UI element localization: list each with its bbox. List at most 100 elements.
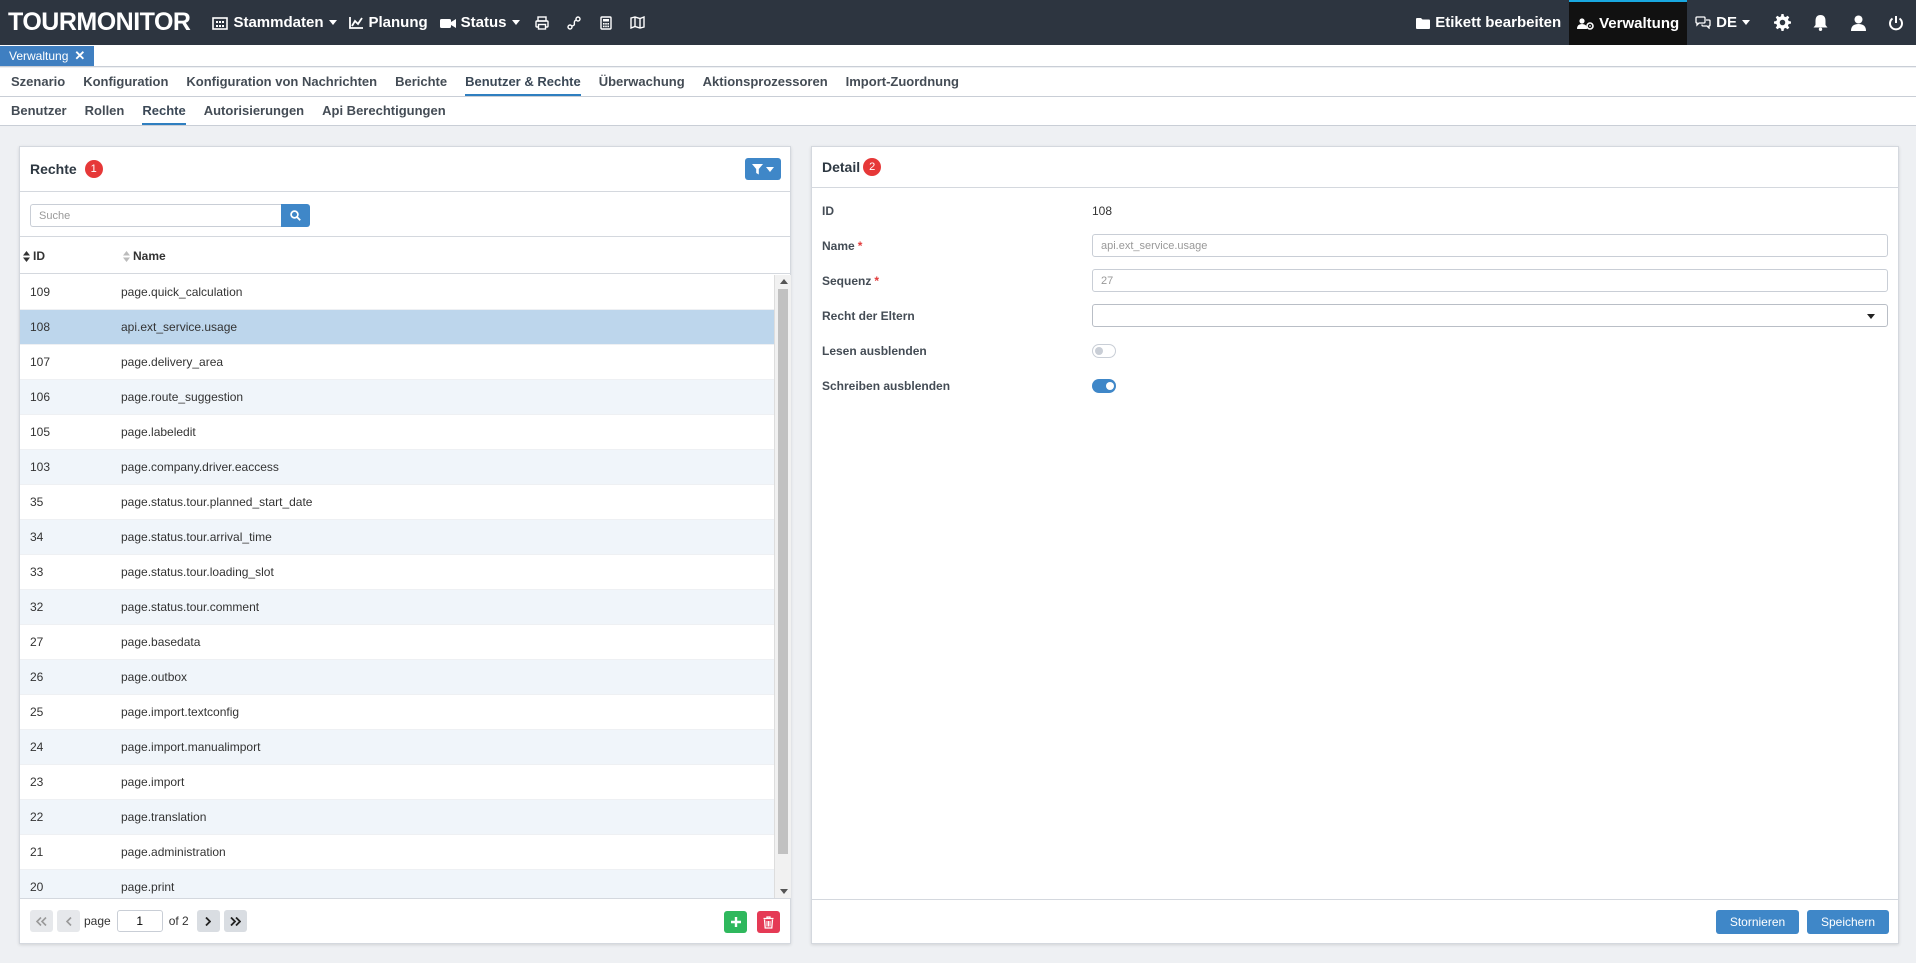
- scroll-up-icon[interactable]: [780, 279, 788, 284]
- scroll-down-icon[interactable]: [780, 889, 788, 894]
- table-row[interactable]: 26 page.outbox: [20, 660, 774, 695]
- required-marker: *: [874, 273, 880, 288]
- save-button[interactable]: Speichern: [1807, 910, 1889, 934]
- name-input[interactable]: api.ext_service.usage: [1092, 234, 1888, 257]
- table-row[interactable]: 32 page.status.tour.comment: [20, 590, 774, 625]
- building-icon: [212, 16, 229, 30]
- table-row[interactable]: 22 page.translation: [20, 800, 774, 835]
- label-edit-label: Etikett bearbeiten: [1435, 14, 1562, 31]
- first-page-button[interactable]: [30, 910, 53, 932]
- scrollbar-thumb[interactable]: [778, 289, 788, 854]
- logout-button[interactable]: [1886, 13, 1906, 33]
- label-edit-link[interactable]: Etikett bearbeiten: [1408, 0, 1569, 45]
- language-selector[interactable]: DE: [1687, 0, 1758, 45]
- cancel-button[interactable]: Stornieren: [1716, 910, 1799, 934]
- hide-write-toggle[interactable]: [1092, 378, 1116, 393]
- notifications-button[interactable]: [1810, 13, 1830, 33]
- print-button[interactable]: [532, 13, 552, 33]
- nav-planung[interactable]: Planung: [348, 14, 428, 31]
- filter-button[interactable]: [745, 158, 781, 180]
- column-header-name[interactable]: Name: [123, 249, 166, 263]
- tab-autorisierungen[interactable]: Autorisierungen: [204, 97, 304, 125]
- sort-icon: [23, 250, 30, 262]
- detail-footer: Stornieren Speichern: [812, 899, 1898, 943]
- table-row[interactable]: 23 page.import: [20, 765, 774, 800]
- open-tab-verwaltung[interactable]: Verwaltung ✕: [0, 46, 95, 66]
- field-id-label: ID: [822, 203, 834, 218]
- nav-verwaltung[interactable]: Verwaltung: [1569, 0, 1688, 45]
- nav-stammdaten[interactable]: Stammdaten: [212, 14, 337, 31]
- required-marker: *: [857, 238, 863, 253]
- menu-import-zuordnung[interactable]: Import-Zuordnung: [846, 68, 959, 96]
- nav-planung-label: Planung: [368, 14, 428, 31]
- search-input[interactable]: [30, 204, 281, 227]
- menu-konfiguration-nachrichten[interactable]: Konfiguration von Nachrichten: [186, 68, 377, 96]
- menu-berichte[interactable]: Berichte: [395, 68, 447, 96]
- cell-name: page.print: [121, 880, 175, 894]
- top-navbar: TOURMONITOR Stammdaten Planung Status Et…: [0, 0, 1916, 45]
- table-row[interactable]: 21 page.administration: [20, 835, 774, 870]
- cell-name: page.status.tour.arrival_time: [121, 530, 272, 544]
- table-scrollbar[interactable]: [774, 275, 791, 898]
- table-row[interactable]: 106 page.route_suggestion: [20, 380, 774, 415]
- menu-benutzer-rechte[interactable]: Benutzer & Rechte: [465, 68, 581, 96]
- route-button[interactable]: [564, 13, 584, 33]
- menu-konfiguration[interactable]: Konfiguration: [83, 68, 168, 96]
- menu-ueberwachung[interactable]: Überwachung: [599, 68, 685, 96]
- prev-page-button[interactable]: [57, 910, 80, 932]
- column-header-id[interactable]: ID: [23, 249, 45, 263]
- map-button[interactable]: [628, 13, 648, 33]
- table-row[interactable]: 27 page.basedata: [20, 625, 774, 660]
- cell-id: 26: [30, 670, 44, 684]
- user-button[interactable]: [1848, 13, 1868, 33]
- table-row[interactable]: 35 page.status.tour.planned_start_date: [20, 485, 774, 520]
- nav-status[interactable]: Status: [439, 14, 520, 31]
- cell-name: api.ext_service.usage: [121, 320, 238, 334]
- tab-rollen[interactable]: Rollen: [85, 97, 125, 125]
- table-row[interactable]: 108 api.ext_service.usage: [20, 310, 774, 345]
- calculator-icon: [599, 15, 612, 30]
- sequenz-input[interactable]: 27: [1092, 269, 1888, 292]
- language-label: DE: [1716, 14, 1737, 31]
- field-id-value: 108: [1092, 203, 1113, 218]
- parent-right-select[interactable]: [1092, 304, 1888, 327]
- table-row[interactable]: 109 page.quick_calculation: [20, 275, 774, 310]
- hide-read-toggle[interactable]: [1092, 343, 1116, 358]
- cell-name: page.import: [121, 775, 185, 789]
- next-page-button[interactable]: [196, 910, 220, 932]
- table-row[interactable]: 25 page.import.textconfig: [20, 695, 774, 730]
- calculator-button[interactable]: [596, 13, 616, 33]
- menu-aktionsprozessoren[interactable]: Aktionsprozessoren: [703, 68, 828, 96]
- cell-id: 106: [30, 390, 51, 404]
- field-sequenz-label: Sequenz *: [822, 274, 879, 288]
- table-row[interactable]: 33 page.status.tour.loading_slot: [20, 555, 774, 590]
- table-row[interactable]: 103 page.company.driver.eaccess: [20, 450, 774, 485]
- page-number-input[interactable]: [116, 910, 163, 932]
- search-button[interactable]: [281, 204, 310, 227]
- search-icon: [290, 210, 301, 221]
- column-header-name-label: Name: [133, 249, 166, 263]
- last-page-button[interactable]: [223, 910, 247, 932]
- tab-benutzer[interactable]: Benutzer: [11, 97, 67, 125]
- rights-panel-title: Rechte: [30, 161, 77, 177]
- tab-rechte[interactable]: Rechte: [142, 97, 186, 125]
- field-name-label: Name *: [822, 239, 862, 253]
- field-hide-write: Schreiben ausblenden: [812, 368, 1898, 403]
- cell-id: 32: [30, 600, 44, 614]
- app-logo[interactable]: TOURMONITOR: [8, 8, 191, 37]
- close-icon[interactable]: ✕: [74, 48, 85, 64]
- table-row[interactable]: 20 page.print: [20, 870, 774, 898]
- tab-api-berechtigungen[interactable]: Api Berechtigungen: [322, 97, 446, 125]
- menu-szenario[interactable]: Szenario: [11, 68, 65, 96]
- table-row[interactable]: 105 page.labeledit: [20, 415, 774, 450]
- table-row[interactable]: 107 page.delivery_area: [20, 345, 774, 380]
- table-row[interactable]: 24 page.import.manualimport: [20, 730, 774, 765]
- chart-icon: [348, 17, 363, 29]
- column-header-id-label: ID: [33, 249, 45, 263]
- settings-button[interactable]: [1772, 13, 1792, 33]
- table-row[interactable]: 34 page.status.tour.arrival_time: [20, 520, 774, 555]
- field-parent-right: Recht der Eltern: [812, 298, 1898, 333]
- nav-verwaltung-label: Verwaltung: [1599, 15, 1680, 32]
- delete-button[interactable]: [757, 911, 780, 933]
- add-button[interactable]: [724, 911, 747, 933]
